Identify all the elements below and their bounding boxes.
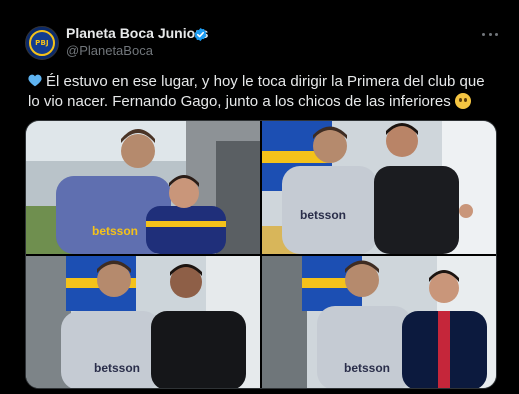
photo-4[interactable]: betsson [262, 256, 496, 388]
blue-heart-icon [28, 74, 42, 87]
boca-logo-icon: PBJ [29, 30, 55, 56]
jersey-sponsor-text: betsson [92, 224, 138, 238]
jersey-sponsor-text: betsson [300, 208, 346, 222]
pleading-face-emoji-icon [454, 93, 471, 109]
author-name[interactable]: Planeta Boca Juniors [66, 25, 208, 41]
photo-1[interactable]: betsson [26, 121, 260, 254]
author-handle[interactable]: @PlanetaBoca [66, 43, 153, 58]
photo-grid: betsson betsson betsson betsson [25, 120, 497, 389]
avatar-logo-text: PBJ [35, 39, 49, 47]
post-body: Él estuvo en ese lugar, y hoy le toca di… [28, 73, 485, 110]
jersey-sponsor-text: betsson [344, 361, 390, 375]
post-text: Él estuvo en ese lugar, y hoy le toca di… [28, 72, 498, 112]
post-card[interactable]: PBJ Planeta Boca Juniors @PlanetaBoca Él… [0, 0, 519, 394]
photo-2[interactable]: betsson [262, 121, 496, 254]
jersey-sponsor-text: betsson [94, 361, 140, 375]
photo-3[interactable]: betsson [26, 256, 260, 388]
more-options-icon[interactable] [482, 26, 498, 42]
author-avatar[interactable]: PBJ [25, 26, 59, 60]
verified-badge-icon [194, 27, 207, 42]
